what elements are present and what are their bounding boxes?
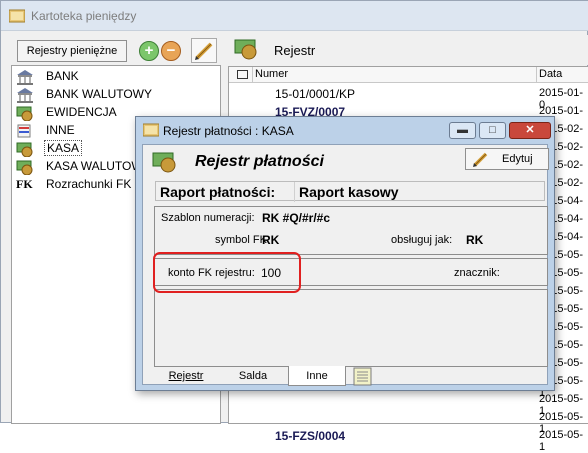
app-icon [9, 9, 25, 23]
maximize-icon: □ [489, 124, 496, 136]
tree-item-label: KASA [44, 140, 83, 156]
tree-item-label: INNE [46, 123, 75, 137]
tree-item-bank[interactable]: BANK [12, 68, 217, 86]
register-heading: Rejestr [274, 43, 316, 58]
symbol-fk-value: RK [262, 233, 280, 247]
minimize-button[interactable]: ▬ [449, 122, 476, 139]
edit-register-button[interactable] [191, 38, 217, 63]
money-icon [234, 39, 257, 60]
pencil-icon [473, 152, 488, 167]
money-icon [16, 142, 33, 157]
fk-icon: FK [16, 177, 33, 191]
main-titlebar: Kartoteka pieniędzy [1, 1, 588, 31]
handle-as-label: obsługuj jak: [391, 234, 453, 246]
register-header: Rejestr [228, 35, 588, 65]
edit-button-label: Edytuj [502, 153, 533, 165]
empty-group [154, 289, 548, 367]
main-window-title: Kartoteka pieniędzy [31, 9, 137, 23]
select-all-checkbox[interactable] [237, 70, 248, 79]
tab-label: Salda [238, 370, 268, 382]
tab-rejestr[interactable]: Rejestr [160, 366, 212, 386]
minus-icon: − [166, 42, 176, 59]
table-row[interactable]: 15-FZS/0004 2015-05-1 [229, 427, 588, 453]
column-header-date[interactable]: Data [539, 68, 562, 80]
tree-item-bank-walutowy[interactable]: BANK WALUTOWY [12, 86, 217, 104]
close-button[interactable]: ✕ [509, 122, 551, 139]
row-number: 15-01/0001/KP [275, 87, 356, 101]
maximize-button[interactable]: □ [479, 122, 506, 139]
column-separator [252, 67, 253, 83]
registers-button[interactable]: Rejestry pieniężne [17, 40, 127, 62]
numbering-group: Szablon numeracji: RK #Q/#r/#c symbol FK… [154, 206, 548, 255]
numbering-template-label: Szablon numeracji: [161, 212, 255, 224]
handle-as-value: RK [466, 233, 484, 247]
tab-label: Rejestr [168, 370, 204, 382]
column-separator [536, 67, 537, 83]
money-icon [16, 106, 33, 121]
row-date: 2015-05-1 [539, 429, 584, 453]
bank-icon [17, 70, 33, 85]
money-icon [16, 160, 33, 175]
payment-register-dialog: Rejestr płatności : KASA ▬ □ ✕ Rejestr p… [135, 116, 555, 391]
marker-label: znacznik: [454, 267, 500, 279]
remove-button[interactable]: − [161, 41, 181, 61]
tab-salda[interactable]: Salda [223, 366, 283, 386]
document-icon [17, 124, 31, 138]
tree-item-label: Rozrachunki FK [46, 177, 132, 191]
numbering-template-value: RK #Q/#r/#c [262, 211, 331, 225]
add-button[interactable]: + [139, 41, 159, 61]
tab-label: Inne [306, 370, 328, 382]
table-row[interactable]: 15-01/0001/KP 2015-01-0 [229, 85, 588, 111]
table-row[interactable]: 2015-05-1 [229, 391, 588, 417]
pencil-icon [195, 42, 213, 60]
tab-inne[interactable]: Inne [288, 366, 346, 386]
payment-report-label: Raport płatności: [160, 184, 276, 200]
edit-button[interactable]: Edytuj [465, 148, 549, 170]
tree-item-label: EWIDENCJA [46, 105, 117, 119]
notes-icon[interactable] [353, 367, 373, 386]
dialog-body: Rejestr płatności Edytuj Raport płatnośc… [142, 144, 549, 386]
divider [294, 182, 295, 202]
dialog-title: Rejestr płatności : KASA [163, 124, 294, 138]
tree-item-label: BANK [46, 69, 79, 83]
payment-report-row: Raport płatności: Raport kasowy [155, 181, 545, 202]
payment-report-value: Raport kasowy [299, 184, 399, 200]
tree-item-label: BANK WALUTOWY [46, 87, 153, 101]
grid-header: Numer Data [229, 67, 588, 83]
close-icon: ✕ [525, 124, 535, 136]
highlight-annotation [153, 252, 301, 293]
row-number: 15-FZS/0004 [275, 429, 346, 443]
minimize-icon: ▬ [457, 124, 468, 136]
bank-icon [17, 88, 33, 103]
plus-icon: + [144, 42, 154, 59]
money-icon [152, 152, 176, 173]
column-header-number[interactable]: Numer [255, 68, 288, 80]
dialog-titlebar[interactable]: Rejestr płatności : KASA ▬ □ ✕ [136, 117, 554, 144]
dialog-heading: Rejestr płatności [195, 153, 324, 170]
app-icon [143, 123, 159, 137]
table-row[interactable]: 2015-05-1 [229, 409, 588, 435]
